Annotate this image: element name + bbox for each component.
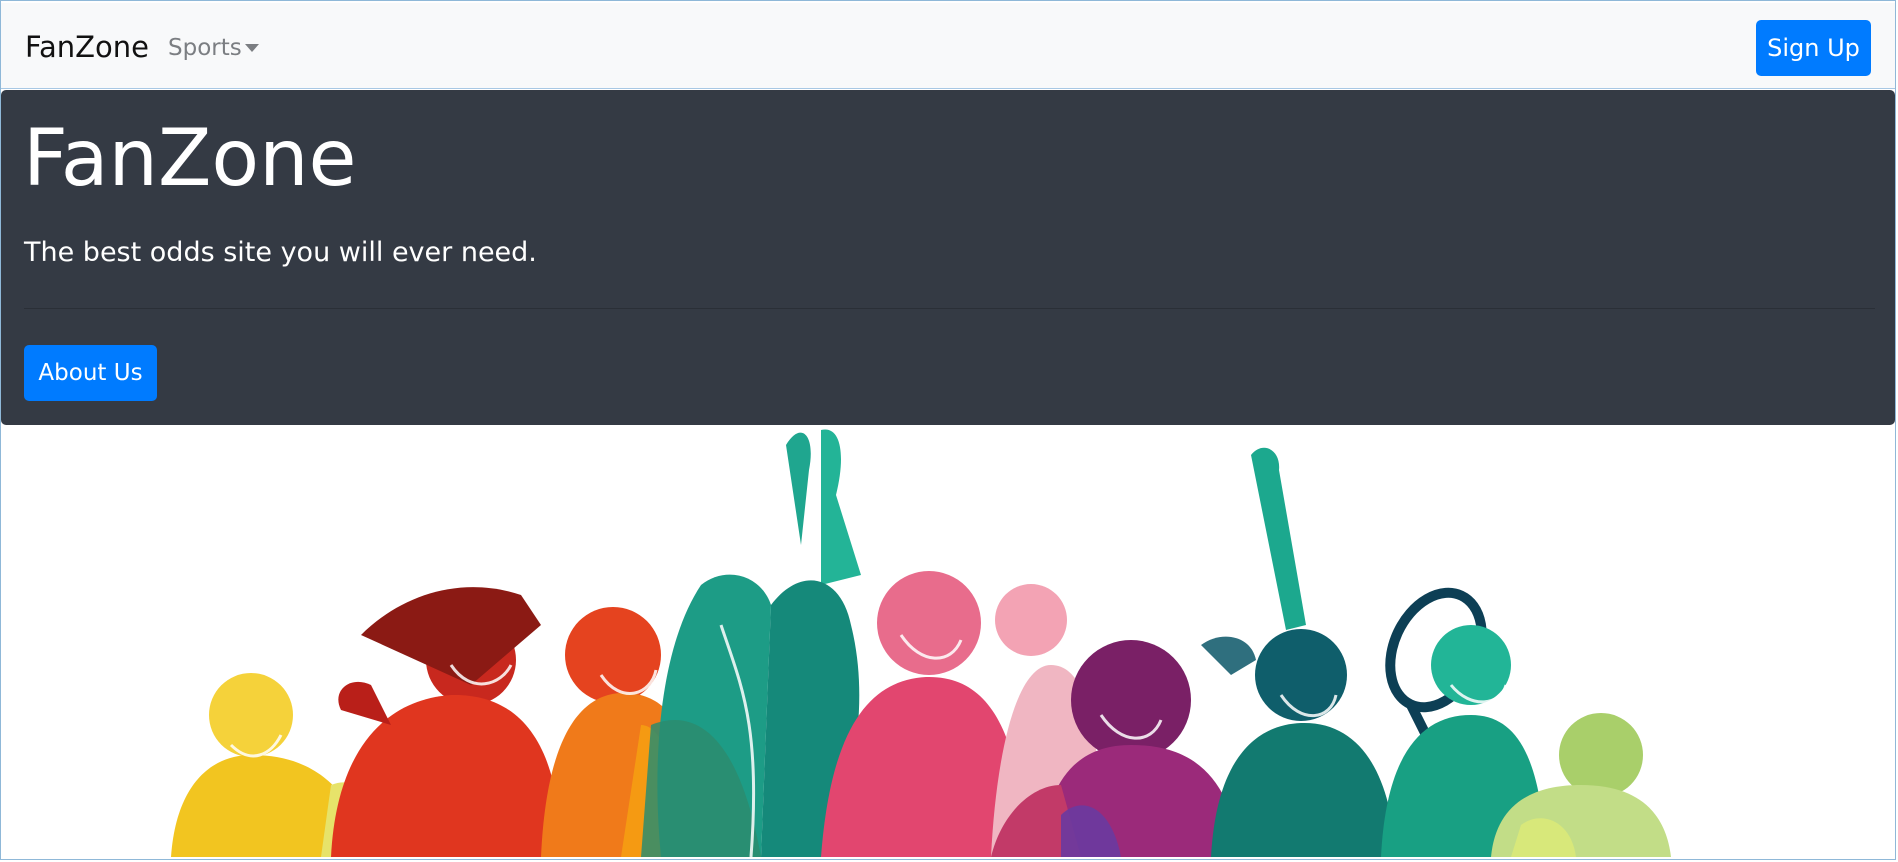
- sign-up-button[interactable]: Sign Up: [1756, 20, 1871, 76]
- about-us-button[interactable]: About Us: [24, 345, 157, 401]
- hero-divider: [24, 308, 1875, 309]
- brand-logo-link[interactable]: FanZone: [25, 30, 149, 64]
- top-navbar: FanZone Sports Sign Up: [1, 3, 1895, 89]
- hero-jumbotron: FanZone The best odds site you will ever…: [1, 90, 1895, 425]
- chevron-down-icon[interactable]: [245, 44, 259, 52]
- sports-dropdown-toggle[interactable]: Sports: [168, 35, 242, 61]
- browser-viewport: FanZone Sports Sign Up FanZone The best …: [0, 0, 1896, 860]
- red-athlete-silhouette: [331, 587, 561, 857]
- hero-title: FanZone: [23, 114, 357, 204]
- teal-athlete-silhouette: [641, 429, 861, 857]
- baseball-athlete-silhouette: [1201, 447, 1396, 857]
- hero-subtitle: The best odds site you will ever need.: [24, 237, 537, 268]
- sports-silhouettes-image: [171, 429, 1671, 857]
